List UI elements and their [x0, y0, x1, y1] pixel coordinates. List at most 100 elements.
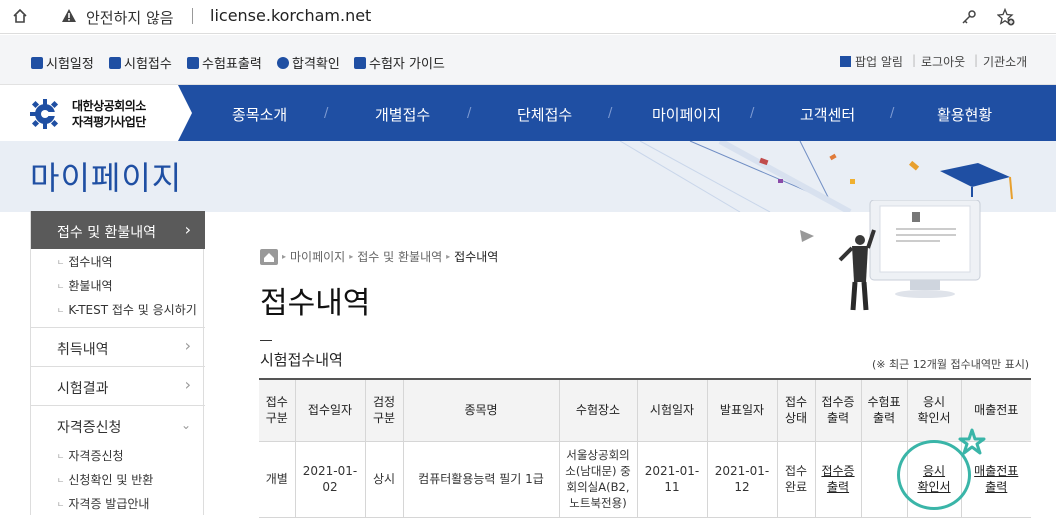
util-label: 팝업 알림	[855, 55, 903, 69]
popup-icon	[840, 56, 851, 67]
col-header: 응시 확인서	[906, 378, 962, 442]
receipt-table: 접수 구분 접수일자 검정 구분 종목명 수험장소 시험일자 발표일자 접수 상…	[259, 378, 1031, 518]
divider: /	[467, 106, 472, 121]
url-text[interactable]: license.korcham.net	[210, 6, 371, 25]
util-ticket[interactable]: 수험표출력	[187, 53, 262, 72]
home-icon[interactable]	[260, 248, 278, 265]
gnb-item-usage[interactable]: 활용현황	[937, 104, 992, 125]
sidebar-sub-cert-apply[interactable]: 자격증신청	[57, 447, 123, 464]
pencil-icon	[109, 56, 121, 69]
calendar-icon	[31, 56, 43, 69]
section-note: (※ 최근 12개월 접수내역만 표시)	[872, 358, 1030, 371]
chevron-right-icon: ›	[184, 220, 191, 239]
utility-bar: 시험일정 시험접수 수험표출력 합격확인 수험자 가이드 팝업 알림 | 로그아…	[0, 35, 1056, 85]
sidebar-sub-ktest[interactable]: K-TEST 접수 및 응시하기	[57, 301, 196, 318]
table-row: 개별 2021-01-02 상시 컴퓨터활용능력 필기 1급 서울상공회의소(남…	[259, 440, 1031, 518]
gnb-item-intro[interactable]: 종목소개	[232, 104, 287, 125]
sales-slip-link[interactable]: 매출전표 출력	[974, 464, 1018, 494]
page-hero-title: 마이페이지	[30, 159, 183, 197]
security-label[interactable]: 안전하지 않음	[86, 7, 174, 28]
col-header: 종목명	[402, 378, 560, 442]
cell-subject: 컴퓨터활용능력 필기 1급	[402, 440, 560, 518]
util-label: 시험접수	[124, 57, 172, 72]
sidebar-item-label: 시험결과	[57, 381, 109, 397]
col-header: 수험장소	[558, 378, 638, 442]
util-apply[interactable]: 시험접수	[109, 53, 172, 72]
breadcrumb-item[interactable]: 접수 및 환불내역	[357, 248, 442, 265]
util-pass[interactable]: 합격확인	[277, 53, 340, 72]
logo-text-line2: 자격평가사업단	[72, 115, 146, 129]
sidebar-sub-refund[interactable]: 환불내역	[57, 277, 112, 294]
cell-ticket	[860, 440, 908, 518]
divider	[260, 340, 272, 341]
home-icon[interactable]	[10, 6, 30, 26]
divider: |	[974, 53, 979, 67]
favorite-add-icon[interactable]	[994, 5, 1018, 29]
sidebar-item-label: 자격증신청	[57, 420, 122, 436]
divider: /	[890, 106, 895, 121]
cell-place: 서울상공회의소(남대문) 중회의실A(B2,노트북전용)	[558, 440, 638, 518]
sidebar-item-label: 접수 및 환불내역	[57, 225, 157, 241]
gear-logo-icon	[30, 99, 60, 129]
sidebar: 접수 및 환불내역 › 접수내역 환불내역 K-TEST 접수 및 응시하기 취…	[30, 211, 205, 515]
cell-result-date: 2021-01-12	[706, 440, 778, 518]
cell-receipt: 접수증 출력	[814, 440, 862, 518]
chevron-right-icon: ›	[184, 336, 191, 355]
about-link[interactable]: 기관소개	[983, 53, 1027, 70]
main-navigation: 대한상공회의소 자격평가사업단 종목소개 / 개별접수 / 단체접수 / 마이페…	[0, 85, 1056, 141]
col-header: 접수증 출력	[814, 378, 862, 442]
divider: /	[750, 106, 755, 121]
popup-alert-link[interactable]: 팝업 알림	[840, 53, 903, 70]
sidebar-item-certificate[interactable]: 자격증신청 ⌄	[31, 405, 205, 444]
gnb-item-individual[interactable]: 개별접수	[375, 104, 430, 125]
logout-link[interactable]: 로그아웃	[921, 53, 965, 70]
util-guide[interactable]: 수험자 가이드	[354, 53, 445, 72]
sidebar-item-receipt-refund[interactable]: 접수 및 환불내역 ›	[31, 211, 205, 249]
cell-kind: 상시	[364, 440, 404, 518]
section-title: 시험접수내역	[260, 351, 343, 369]
browser-address-bar: 안전하지 않음 license.korcham.net	[0, 0, 1056, 34]
sidebar-sub-cert-info[interactable]: 자격증 발급안내	[57, 495, 149, 512]
util-label: 시험일정	[46, 57, 94, 72]
sidebar-sub-receipt[interactable]: 접수내역	[57, 253, 112, 270]
col-header: 시험일자	[636, 378, 708, 442]
chevron-down-icon: ⌄	[180, 418, 191, 432]
hero-illustration	[800, 200, 981, 311]
cell-status: 접수완료	[776, 440, 816, 518]
breadcrumb-item[interactable]: 마이페이지	[290, 248, 345, 265]
exam-confirmation-link[interactable]: 응시 확인서	[917, 464, 950, 494]
receipt-print-link[interactable]: 접수증 출력	[821, 464, 854, 494]
cell-exam-date: 2021-01-11	[636, 440, 708, 518]
col-header: 수험표 출력	[860, 378, 908, 442]
gnb-item-support[interactable]: 고객센터	[800, 104, 855, 125]
warning-icon[interactable]	[58, 5, 80, 27]
util-label: 수험표출력	[202, 57, 262, 72]
col-header: 접수 구분	[259, 378, 296, 442]
util-schedule[interactable]: 시험일정	[31, 53, 94, 72]
award-icon	[277, 56, 289, 69]
gnb-item-group[interactable]: 단체접수	[517, 104, 572, 125]
sidebar-item-acquired[interactable]: 취득내역 ›	[31, 327, 205, 366]
col-header: 접수 상태	[776, 378, 816, 442]
key-icon[interactable]	[958, 6, 980, 28]
divider: /	[608, 106, 613, 121]
person-icon	[354, 56, 366, 69]
breadcrumb-arrow-icon: ▸	[446, 252, 451, 261]
util-label: 합격확인	[292, 57, 340, 72]
gnb-item-mypage[interactable]: 마이페이지	[652, 104, 721, 125]
print-icon	[187, 56, 199, 69]
logo[interactable]: 대한상공회의소 자격평가사업단	[0, 85, 192, 141]
col-header: 검정 구분	[364, 378, 404, 442]
breadcrumb-arrow-icon: ▸	[349, 252, 354, 261]
logo-text-line1: 대한상공회의소	[72, 99, 146, 113]
sidebar-item-results[interactable]: 시험결과 ›	[31, 366, 205, 405]
star-annotation-icon	[958, 428, 986, 455]
sidebar-item-label: 취득내역	[57, 342, 109, 358]
chevron-right-icon: ›	[184, 375, 191, 394]
page-title: 접수내역	[260, 286, 371, 321]
sidebar-sub-cert-check[interactable]: 신청확인 및 반환	[57, 471, 153, 488]
breadcrumb-item-current: 접수내역	[454, 250, 499, 264]
divider: |	[912, 53, 917, 67]
col-header: 접수일자	[294, 378, 366, 442]
divider: /	[324, 106, 329, 121]
